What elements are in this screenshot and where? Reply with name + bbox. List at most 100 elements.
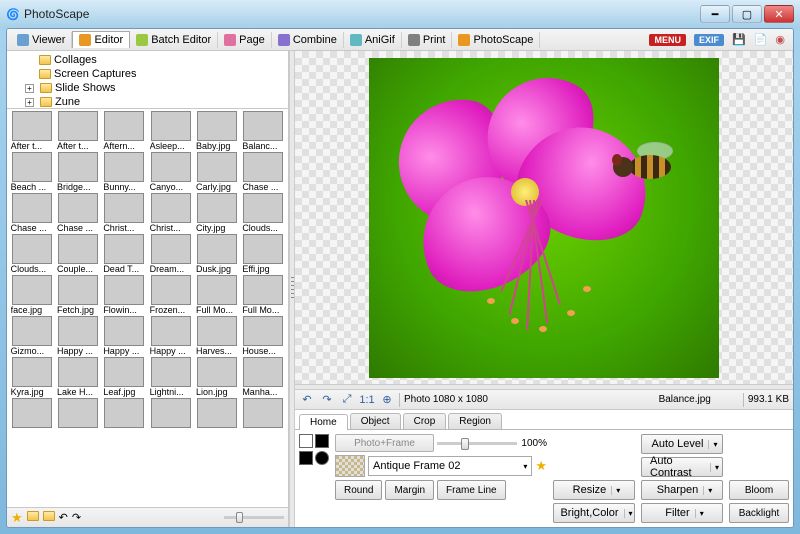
thumbnail[interactable]: Christ...	[102, 193, 147, 233]
thumbnail[interactable]: Christ...	[148, 193, 193, 233]
zoom-icon[interactable]: ⊕	[379, 392, 395, 408]
thumbnail[interactable]: Fetch.jpg	[55, 275, 100, 315]
favorite-icon[interactable]: ★	[11, 510, 23, 526]
expander-icon[interactable]: +	[25, 98, 34, 107]
tab-batch-editor[interactable]: Batch Editor	[130, 32, 218, 48]
thumbnail[interactable]: Lake H...	[55, 357, 100, 397]
swatch-white[interactable]	[299, 434, 313, 448]
tab-print[interactable]: Print	[402, 32, 453, 48]
tab-viewer[interactable]: Viewer	[11, 32, 72, 48]
thumbnail[interactable]: Full Mo...	[194, 275, 239, 315]
thumbnail[interactable]	[55, 398, 100, 428]
thumbnail[interactable]: face.jpg	[9, 275, 54, 315]
undo-icon[interactable]: ↶	[299, 392, 315, 408]
thumbnail[interactable]: Manha...	[241, 357, 286, 397]
thumbnail[interactable]: Asleep...	[148, 111, 193, 151]
brush-round-icon[interactable]	[315, 451, 329, 465]
thumbnail[interactable]: Baby.jpg	[194, 111, 239, 151]
thumbnail[interactable]: Lightni...	[148, 357, 193, 397]
thumbnail[interactable]: Harves...	[194, 316, 239, 356]
redo-icon[interactable]: ↷	[319, 392, 335, 408]
tab-combine[interactable]: Combine	[272, 32, 344, 48]
thumbnail[interactable]: Dusk.jpg	[194, 234, 239, 274]
close-button[interactable]: ✕	[764, 5, 794, 23]
thumbnail[interactable]: Gizmo...	[9, 316, 54, 356]
backlight-button[interactable]: Backlight	[729, 503, 789, 523]
nav-fwd-icon[interactable]: ↷	[72, 511, 81, 524]
thumbnail[interactable]: Dead T...	[102, 234, 147, 274]
thumbnail[interactable]: Kyra.jpg	[9, 357, 54, 397]
folder-open-icon[interactable]	[43, 511, 55, 524]
thumbnail[interactable]: Bunny...	[102, 152, 147, 192]
thumbnail[interactable]: Full Mo...	[241, 275, 286, 315]
maximize-button[interactable]: ▢	[732, 5, 762, 23]
thumbnail[interactable]	[9, 398, 54, 428]
thumbnail[interactable]: Canyo...	[148, 152, 193, 192]
tree-node[interactable]: Screen Captures	[11, 67, 284, 81]
thumbnail[interactable]: House...	[241, 316, 286, 356]
folder-up-icon[interactable]	[27, 511, 39, 524]
bright-color-button[interactable]: Bright,Color▾	[553, 503, 635, 523]
canvas[interactable]	[295, 51, 793, 384]
thumbnail[interactable]: Dream...	[148, 234, 193, 274]
thumbnail[interactable]: Chase ...	[9, 193, 54, 233]
margin-button[interactable]: Margin	[385, 480, 434, 500]
exif-button[interactable]: EXIF	[690, 32, 728, 48]
help-icon[interactable]: ◉	[771, 31, 789, 48]
actual-size-icon[interactable]: 1:1	[359, 392, 375, 408]
edit-tab-crop[interactable]: Crop	[403, 413, 447, 429]
thumbnail[interactable]	[241, 398, 286, 428]
tab-anigif[interactable]: AniGif	[344, 32, 402, 48]
thumbnail[interactable]: Couple...	[55, 234, 100, 274]
thumbnail[interactable]: Frozen...	[148, 275, 193, 315]
thumbnail[interactable]: Bridge...	[55, 152, 100, 192]
swatch-black[interactable]	[315, 434, 329, 448]
save-icon[interactable]: 💾	[728, 31, 750, 48]
frame-favorite-icon[interactable]: ★	[535, 458, 547, 474]
expander-icon[interactable]: +	[25, 84, 34, 93]
thumbnail[interactable]: Balanc...	[241, 111, 286, 151]
edit-tab-object[interactable]: Object	[350, 413, 401, 429]
bloom-button[interactable]: Bloom	[729, 480, 789, 500]
thumbnail[interactable]: Clouds...	[241, 193, 286, 233]
resize-button[interactable]: Resize▾	[553, 480, 635, 500]
filter-button[interactable]: Filter▾	[641, 503, 723, 523]
thumb-size-slider[interactable]	[224, 516, 284, 519]
thumbnail[interactable]: Chase ...	[241, 152, 286, 192]
frame-line-button[interactable]: Frame Line	[437, 480, 506, 500]
fit-icon[interactable]: ⤢	[339, 392, 355, 408]
thumbnail[interactable]: Happy ...	[102, 316, 147, 356]
thumbnail[interactable]	[148, 398, 193, 428]
auto-level-button[interactable]: Auto Level▾	[641, 434, 723, 454]
thumbnail[interactable]: Carly.jpg	[194, 152, 239, 192]
thumbnail-browser[interactable]: After t...After t...Aftern...Asleep...Ba…	[7, 109, 288, 507]
thumbnail[interactable]: Chase ...	[55, 193, 100, 233]
sharpen-button[interactable]: Sharpen▾	[641, 480, 723, 500]
photo-frame-button[interactable]: Photo+Frame	[335, 434, 434, 452]
frame-select[interactable]: Antique Frame 02 ▾	[368, 456, 532, 476]
thumbnail[interactable]: Leaf.jpg	[102, 357, 147, 397]
brush-square-icon[interactable]	[299, 451, 313, 465]
thumbnail[interactable]: Lion.jpg	[194, 357, 239, 397]
thumbnail[interactable]: Aftern...	[102, 111, 147, 151]
edit-tab-region[interactable]: Region	[448, 413, 502, 429]
edit-tab-home[interactable]: Home	[299, 414, 348, 430]
tree-node[interactable]: Collages	[11, 53, 284, 67]
tab-photoscape[interactable]: PhotoScape	[452, 32, 540, 48]
tab-editor[interactable]: Editor	[72, 31, 130, 48]
thumbnail[interactable]: Beach ...	[9, 152, 54, 192]
thumbnail[interactable]: Effi.jpg	[241, 234, 286, 274]
thumbnail[interactable]	[194, 398, 239, 428]
thumbnail[interactable]: Clouds...	[9, 234, 54, 274]
thumbnail[interactable]	[102, 398, 147, 428]
tree-node[interactable]: +Zune	[11, 95, 284, 109]
thumbnail[interactable]: Happy ...	[55, 316, 100, 356]
thumbnail[interactable]: Happy ...	[148, 316, 193, 356]
menu-button[interactable]: MENU	[645, 32, 690, 48]
minimize-button[interactable]: ━	[700, 5, 730, 23]
tree-node[interactable]: +Slide Shows	[11, 81, 284, 95]
nav-back-icon[interactable]: ↶	[59, 511, 68, 524]
settings-icon[interactable]: 📄	[750, 31, 772, 48]
folder-tree[interactable]: CollagesScreen Captures+Slide Shows+Zune	[7, 51, 288, 109]
auto-contrast-button[interactable]: Auto Contrast▾	[641, 457, 723, 477]
